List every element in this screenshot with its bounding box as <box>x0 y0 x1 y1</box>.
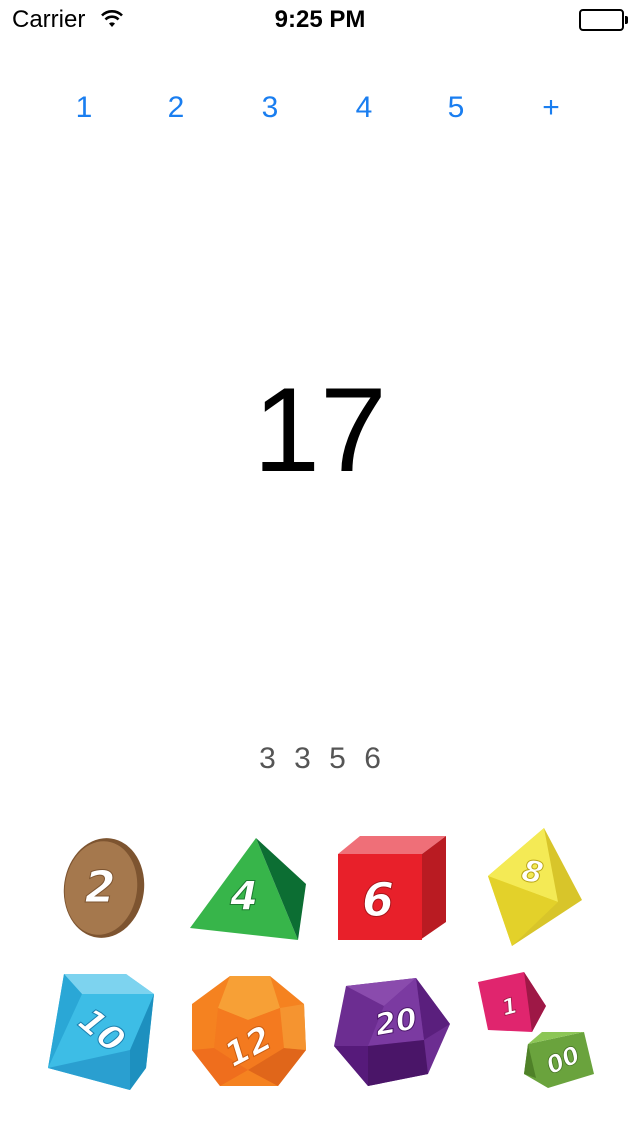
die-label: 6 <box>362 873 394 927</box>
die-label: 2 <box>85 862 116 913</box>
roll-total: 17 <box>253 363 387 497</box>
d6-die-button[interactable]: 6 <box>336 834 448 942</box>
die-label: 4 <box>229 874 258 920</box>
d10-die-button[interactable]: 10 <box>46 970 162 1094</box>
d100-die-button[interactable]: 1 00 <box>476 970 598 1092</box>
dice-count-2[interactable]: 2 <box>156 88 196 128</box>
die-label: 20 <box>372 1002 419 1044</box>
d8-die-button[interactable]: 8 <box>486 826 586 948</box>
dice-count-4[interactable]: 4 <box>344 88 384 128</box>
status-bar: Carrier 9:25 PM <box>0 0 640 40</box>
roll-value: 6 <box>364 742 381 775</box>
roll-value: 3 <box>294 742 311 775</box>
dice-count-5[interactable]: 5 <box>436 88 476 128</box>
d4-die-button[interactable]: 4 <box>188 836 308 940</box>
roll-value: 3 <box>259 742 276 775</box>
d20-die-button[interactable]: 20 <box>332 976 454 1088</box>
individual-rolls: 3 3 5 6 <box>0 742 640 776</box>
dice-count-3[interactable]: 3 <box>250 88 290 128</box>
clock: 9:25 PM <box>274 6 366 33</box>
dice-roller-screen: Carrier 9:25 PM 1 2 3 4 5 + 17 3 3 5 6 2… <box>0 0 640 1136</box>
d2-die-button[interactable]: 2 <box>60 836 148 940</box>
d12-die-button[interactable]: 12 <box>188 974 310 1092</box>
dice-count-1[interactable]: 1 <box>64 88 104 128</box>
roll-value: 5 <box>329 742 346 775</box>
battery-icon <box>579 9 629 31</box>
add-dice-button[interactable]: + <box>531 88 571 128</box>
